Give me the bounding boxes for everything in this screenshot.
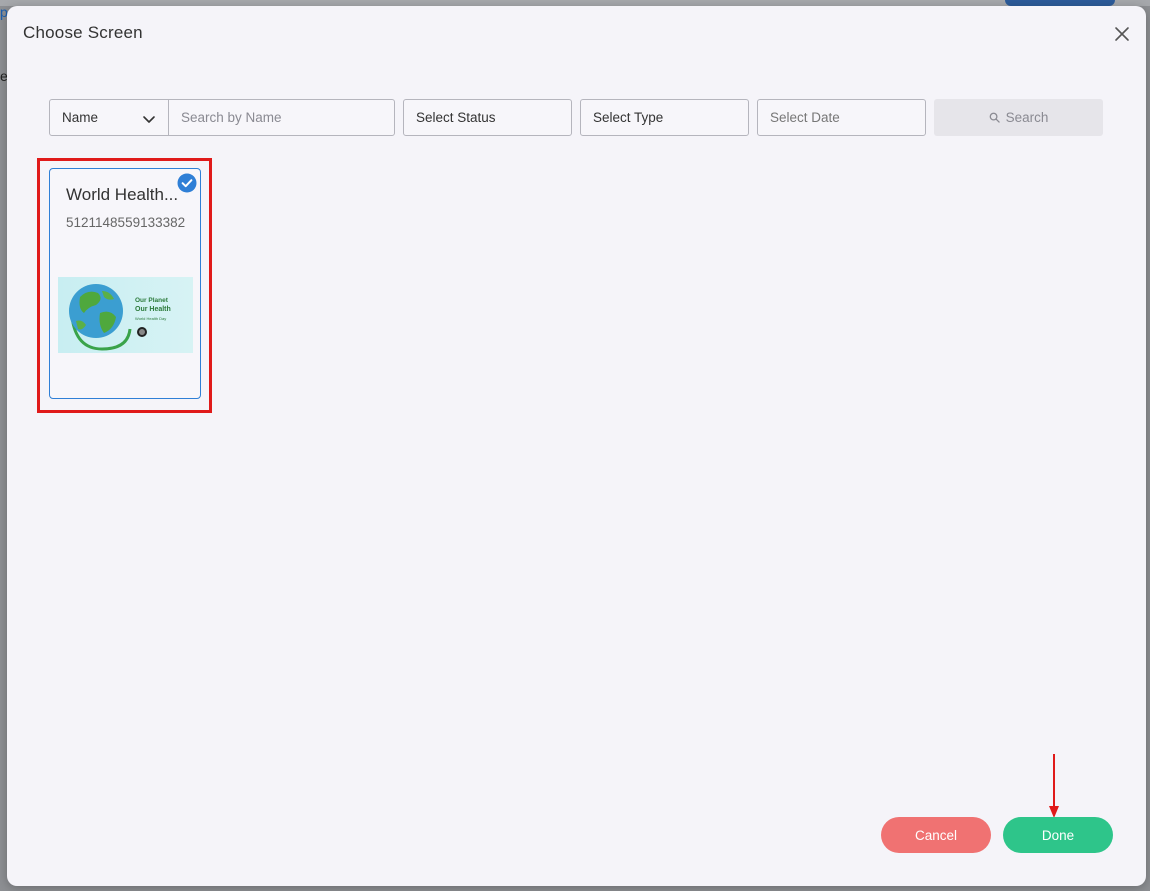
annotation-arrow <box>1047 754 1061 820</box>
globe-stethoscope-image <box>69 284 147 351</box>
card-id: 5121148559133382 <box>66 215 186 230</box>
name-filter-select[interactable]: Name <box>49 99 169 136</box>
close-icon <box>1115 27 1129 41</box>
search-by-name-input[interactable] <box>168 99 395 136</box>
cancel-button[interactable]: Cancel <box>881 817 991 853</box>
name-filter-value: Name <box>62 110 99 125</box>
close-button[interactable] <box>1112 24 1132 44</box>
status-filter-select[interactable]: Select Status <box>403 99 572 136</box>
type-filter-select[interactable]: Select Type <box>580 99 749 136</box>
type-filter-label: Select Type <box>593 110 664 125</box>
chevron-down-icon <box>143 116 155 123</box>
status-filter-label: Select Status <box>416 110 496 125</box>
thumbnail-text-line3: World Health Day <box>135 316 167 321</box>
screen-card[interactable]: World Health... 5121148559133382 Our Pla… <box>49 168 201 399</box>
selected-check-icon <box>177 173 197 193</box>
thumbnail-text-line2: Our Health <box>135 306 171 313</box>
done-button[interactable]: Done <box>1003 817 1113 853</box>
filter-bar: Name Select Status Select Type Select Da… <box>49 99 1105 136</box>
date-filter-input[interactable]: Select Date <box>757 99 926 136</box>
date-filter-label: Select Date <box>770 110 840 125</box>
search-icon <box>989 112 1000 123</box>
thumbnail-text-line1: Our Planet <box>135 297 168 304</box>
modal-title: Choose Screen <box>23 23 143 42</box>
card-thumbnail: Our Planet Our Health World Health Day <box>58 277 193 353</box>
search-button-label: Search <box>1005 110 1049 125</box>
choose-screen-modal: Choose Screen Name Select Status Select … <box>7 6 1146 886</box>
search-button[interactable]: Search <box>934 99 1103 136</box>
card-title: World Health... <box>66 185 179 204</box>
